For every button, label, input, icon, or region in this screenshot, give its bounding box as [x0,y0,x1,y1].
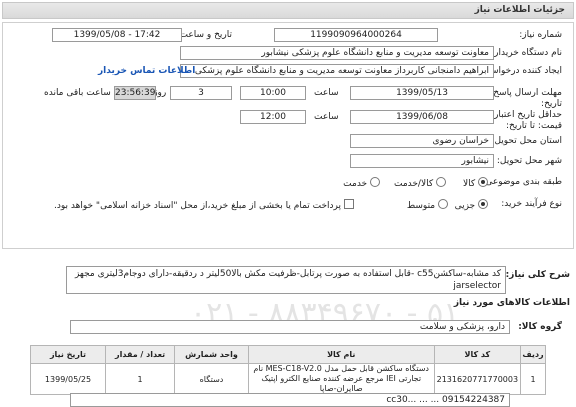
page-header: جزئیات اطلاعات نیاز [2,2,574,19]
col-header-name: نام کالا [247,345,435,364]
buyer-org-label: نام دستگاه خریدار: [491,48,562,58]
buyer-contact-link[interactable]: اطلاعات تماس خریدار [98,66,195,76]
need-number-label: شماره نیاز: [519,30,562,40]
category-option-goods-service[interactable]: کالا/خدمت [394,177,446,189]
page-title: جزئیات اطلاعات نیاز [474,5,565,15]
table-header-row: ردیف کد کالا نام کالا واحد شمارش تعداد /… [30,345,546,364]
validity-time-label: ساعت [314,112,339,122]
validity-date-field: 1399/06/08 [350,110,494,124]
validity-label: حداقل تاریخ اعتبار قیمت: تا تاریخ: [494,110,562,131]
cell-name: دستگاه ساکشن قابل حمل مدل MES-C18-V2.0 ن… [247,363,435,395]
process-option-medium[interactable]: متوسط [407,199,448,211]
category-option-service[interactable]: خدمت [343,177,380,189]
col-header-qty: تعداد / مقدار [104,345,176,364]
reply-time-field: 10:00 [240,86,306,100]
buyer-org-field: معاونت توسعه مدیریت و منابع دانشگاه علوم… [180,46,494,60]
radio-selected-icon[interactable] [478,199,488,209]
goods-group-field: دارو، پزشکی و سلامت [70,320,510,334]
radio-icon[interactable] [436,177,446,187]
radio-icon[interactable] [438,199,448,209]
cell-index: 1 [520,363,546,395]
goods-table: ردیف کد کالا نام کالا واحد شمارش تعداد /… [30,345,546,395]
col-header-date: تاریخ نیاز [30,345,106,364]
description-field: کد مشابه-ساکشنc55 -قابل استفاده به صورت … [66,266,506,294]
announce-field: 1399/05/08 - 17:42 [52,28,182,42]
reply-time-label: ساعت [314,88,339,98]
goods-section-title: اطلاعات کالاهای مورد نیاز [453,298,570,308]
cell-unit: دستگاه [174,363,249,395]
col-header-index: ردیف [520,345,546,364]
buyer-notes-field: cc30... ... ... 09154224387 [70,393,510,407]
category-option-goods[interactable]: کالا [463,177,488,189]
table-row[interactable]: 1 2131620771770003 دستگاه ساکشن قابل حمل… [30,363,546,395]
treasury-payment-option[interactable]: پرداخت تمام یا بخشی از مبلغ خرید،از محل … [54,199,354,211]
days-field: 3 [170,86,232,100]
col-header-unit: واحد شمارش [174,345,249,364]
description-label: شرح کلی نیاز: [505,270,570,280]
cell-code: 2131620771770003 [433,363,522,395]
goods-group-label: گروه کالا: [518,322,562,332]
radio-selected-icon[interactable] [478,177,488,187]
province-field: خراسان رضوی [350,134,494,148]
checkbox-icon[interactable] [343,199,354,209]
remaining-timer: 23:56:39 [114,86,156,100]
remaining-label: ساعت باقی مانده [44,88,111,98]
category-label: طبقه بندی موضوعی: [482,177,562,187]
reply-date-field: 1399/05/13 [350,86,494,100]
process-label: نوع فرآیند خرید: [501,199,562,209]
city-field: نیشابور [350,154,494,168]
cell-date: 1399/05/25 [30,363,106,395]
reply-deadline-label: مهلت ارسال پاسخ: تا تاریخ: [482,88,562,109]
radio-icon[interactable] [370,177,380,187]
city-label: شهر محل تحویل: [496,156,562,166]
need-number-field: 1199090964000264 [274,28,438,42]
province-label: استان محل تحویل: [491,136,562,146]
col-header-code: کد کالا [433,345,522,364]
cell-qty: 1 [104,363,176,395]
process-option-small[interactable]: جزیی [455,199,488,211]
creator-field: ابراهیم دامنجانی کاربرداز معاونت توسعه م… [180,64,494,78]
validity-time-field: 12:00 [240,110,306,124]
